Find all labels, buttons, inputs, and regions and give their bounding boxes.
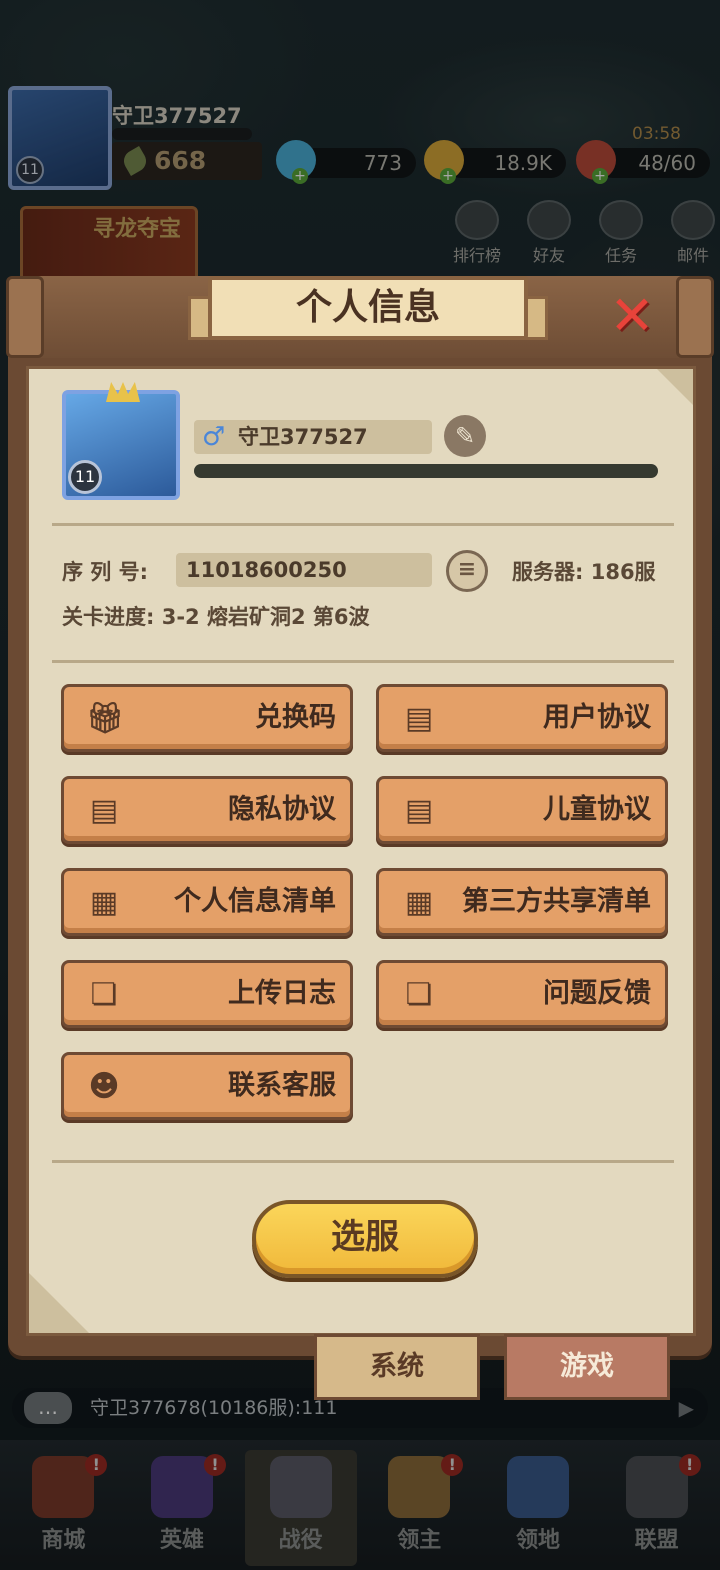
panel-post-right <box>676 276 714 358</box>
serial-field: 11018600250 <box>176 553 432 587</box>
button-label: 联系客服 <box>228 1070 336 1101</box>
upload-log-button[interactable]: ❏ 上传日志 <box>61 960 353 1028</box>
chat-bubble-icon: ❏ <box>90 977 118 1012</box>
server-info: 服务器: 186服 <box>512 556 656 586</box>
panel-post-left <box>6 276 44 358</box>
button-label: 个人信息清单 <box>174 886 336 917</box>
chat-arrow-icon[interactable]: ▶ <box>679 1388 694 1428</box>
server-value: 186服 <box>590 560 656 584</box>
chat-message: 守卫377678(10186服):111 <box>90 1397 338 1419</box>
personal-info-list-button[interactable]: ▦ 个人信息清单 <box>61 868 353 936</box>
button-label: 第三方共享清单 <box>462 886 651 917</box>
edit-name-button[interactable]: ✎ <box>444 415 486 457</box>
progress-value: 3-2 熔岩矿洞2 第6波 <box>161 605 370 629</box>
gift-icon: 🎁︎ <box>86 701 125 736</box>
server-label: 服务器: <box>512 560 584 584</box>
chat-icon: … <box>24 1392 72 1424</box>
feather-pen-icon: ✎ <box>454 422 476 450</box>
contact-support-button[interactable]: ☻ 联系客服 <box>61 1052 353 1120</box>
crown-icon <box>106 382 140 402</box>
button-label: 问题反馈 <box>543 978 651 1009</box>
close-icon[interactable]: ✕ <box>606 289 658 343</box>
child-agreement-button[interactable]: ▤ 儿童协议 <box>376 776 668 844</box>
third-party-share-button[interactable]: ▦ 第三方共享清单 <box>376 868 668 936</box>
profile-avatar[interactable]: 11 <box>62 382 180 500</box>
button-label: 隐私协议 <box>228 794 336 825</box>
serial-label: 序 列 号: <box>62 560 149 584</box>
button-label: 儿童协议 <box>543 794 651 825</box>
paper-fold-top <box>657 369 693 405</box>
button-label: 兑换码 <box>255 702 336 733</box>
clipboard-icon: ▦ <box>89 885 119 920</box>
progress-info: 关卡进度: 3-2 熔岩矿洞2 第6波 <box>62 601 370 631</box>
chat-bubble-icon: ❏ <box>405 977 433 1012</box>
child-doc-icon: ▤ <box>404 793 434 828</box>
exp-bar <box>194 464 658 478</box>
copy-icon: ≡ <box>457 557 477 582</box>
divider <box>52 660 674 663</box>
tab-system[interactable]: 系统 <box>314 1334 480 1400</box>
paper-fold-bottom <box>29 1273 89 1333</box>
panel-paper <box>26 366 696 1336</box>
privacy-doc-icon: ▤ <box>89 793 119 828</box>
profile-level-badge: 11 <box>68 460 102 494</box>
panel-title: 个人信息 <box>208 276 528 340</box>
user-doc-icon: ▤ <box>404 701 434 736</box>
user-agreement-button[interactable]: ▤ 用户协议 <box>376 684 668 752</box>
button-label: 用户协议 <box>543 702 651 733</box>
privacy-agreement-button[interactable]: ▤ 隐私协议 <box>61 776 353 844</box>
profile-name-field: ♂ 守卫377527 <box>194 420 432 454</box>
male-icon: ♂ <box>202 422 226 452</box>
divider <box>52 1160 674 1163</box>
progress-label: 关卡进度: <box>62 605 155 629</box>
redeem-code-button[interactable]: 🎁︎ 兑换码 <box>61 684 353 752</box>
support-agent-icon: ☻ <box>88 1069 120 1104</box>
select-server-button[interactable]: 选服 <box>252 1200 478 1278</box>
divider <box>52 523 674 526</box>
tab-game[interactable]: 游戏 <box>504 1334 670 1400</box>
feedback-button[interactable]: ❏ 问题反馈 <box>376 960 668 1028</box>
button-label: 上传日志 <box>228 978 336 1009</box>
copy-button[interactable]: ≡ <box>446 550 488 592</box>
profile-name: 守卫377527 <box>238 425 368 449</box>
clipboard-icon: ▦ <box>404 885 434 920</box>
